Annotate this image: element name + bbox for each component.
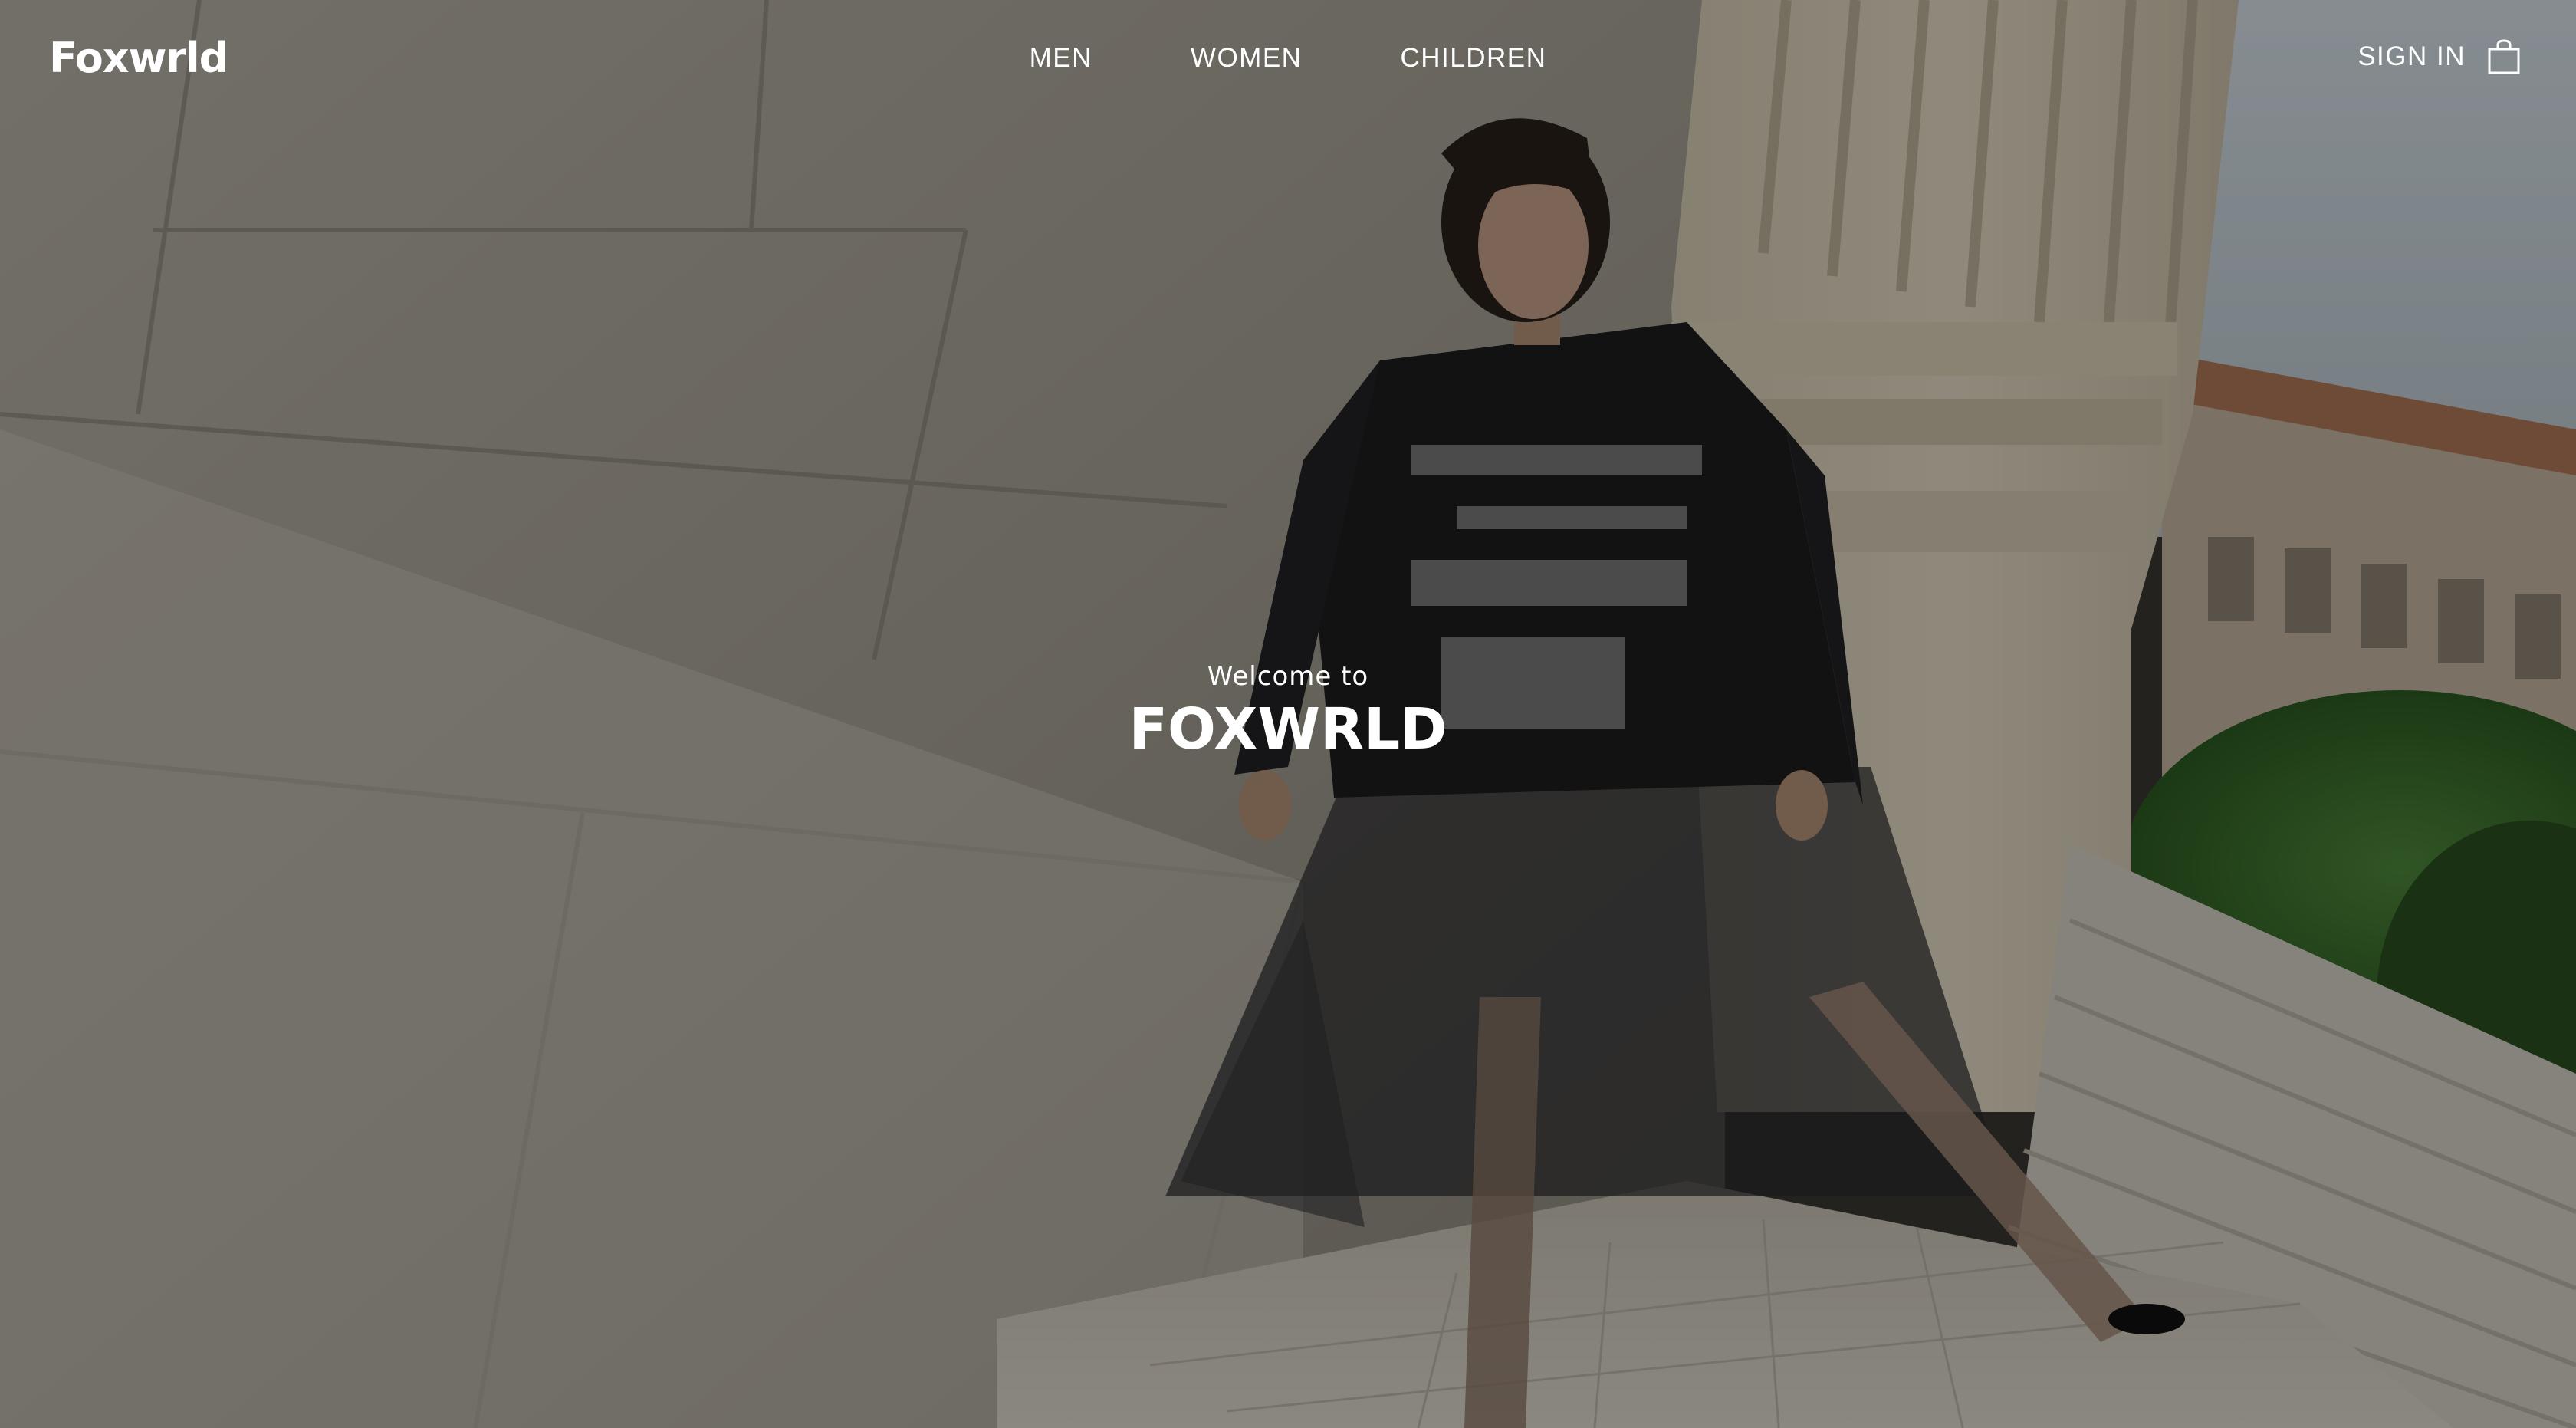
hero-headline: FOXWRLD bbox=[1129, 696, 1447, 762]
top-navigation: Foxwrld MEN WOMEN CHILDREN SIGN IN bbox=[0, 0, 2576, 117]
shopping-bag-icon[interactable] bbox=[2487, 38, 2521, 75]
hero-welcome: Welcome to FOXWRLD bbox=[0, 660, 2576, 764]
brand-logo[interactable]: Foxwrld bbox=[49, 34, 228, 83]
sign-in-link[interactable]: SIGN IN bbox=[2358, 37, 2466, 77]
account-actions: SIGN IN bbox=[2358, 37, 2521, 77]
nav-item-children[interactable]: CHILDREN bbox=[1400, 40, 1546, 77]
welcome-text: Welcome to bbox=[1207, 661, 1369, 692]
home-page: Foxwrld MEN WOMEN CHILDREN SIGN IN Welco… bbox=[0, 0, 2576, 1428]
nav-item-women[interactable]: WOMEN bbox=[1191, 40, 1303, 77]
nav-item-men[interactable]: MEN bbox=[1030, 40, 1092, 77]
main-menu: MEN WOMEN CHILDREN bbox=[0, 40, 2576, 77]
